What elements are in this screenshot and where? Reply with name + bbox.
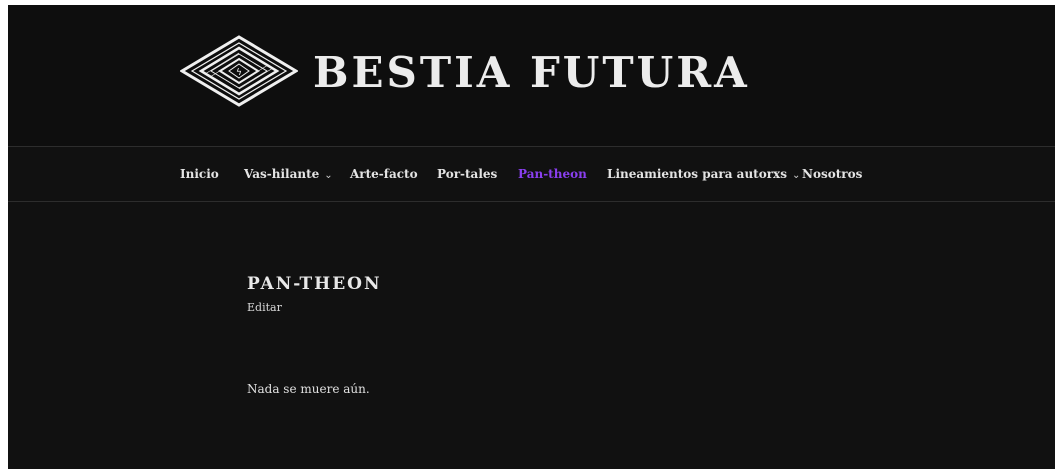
nav-item-label: Pan-theon <box>518 167 587 181</box>
nav-item-vas-hilante[interactable]: Vas-hilante ⌄ <box>244 167 333 181</box>
nav-menu: Inicio Vas-hilante ⌄ Arte-facto Por-tales… <box>8 147 1055 201</box>
nav-item-label: Por-tales <box>437 167 498 181</box>
nav-item-label: Nosotros <box>802 167 863 181</box>
nav-item-lineamientos[interactable]: Lineamientos para autorxs ⌄ <box>607 167 800 181</box>
nav-item-por-tales[interactable]: Por-tales <box>437 167 497 181</box>
nav-item-pan-theon[interactable]: Pan-theon <box>518 167 587 181</box>
nav-item-label: Lineamientos para autorxs <box>607 167 787 181</box>
nav-item-label: Vas-hilante <box>244 167 320 181</box>
edit-link[interactable]: Editar <box>247 301 282 314</box>
nav-item-nosotros[interactable]: Nosotros <box>802 167 862 181</box>
page-frame: ϟ BESTIA FUTURA Inicio Vas-hilante ⌄ Arte… <box>8 5 1055 469</box>
nav-item-arte-facto[interactable]: Arte-facto <box>350 167 418 181</box>
nav-item-label: Arte-facto <box>350 167 418 181</box>
chevron-down-icon: ⌄ <box>324 170 333 181</box>
chevron-down-icon: ⌄ <box>791 170 801 181</box>
nav-item-inicio[interactable]: Inicio <box>180 167 219 181</box>
nav-item-label: Inicio <box>180 167 219 181</box>
diamond-spiral-logo[interactable]: ϟ <box>180 35 298 107</box>
main-navigation: Inicio Vas-hilante ⌄ Arte-facto Por-tales… <box>8 146 1055 202</box>
page-title: PAN-THEON <box>247 274 382 294</box>
page-body-text: Nada se muere aún. <box>247 382 370 396</box>
site-title[interactable]: BESTIA FUTURA <box>313 48 750 97</box>
svg-text:ϟ: ϟ <box>236 68 242 78</box>
site-header: ϟ BESTIA FUTURA <box>8 5 1055 146</box>
